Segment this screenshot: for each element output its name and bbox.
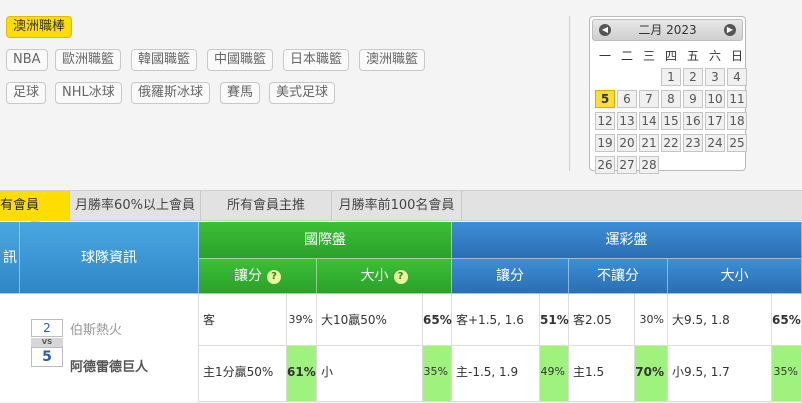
sp-nospread-away[interactable]: 客2.05 — [569, 294, 635, 346]
league-tag[interactable]: 韓國職籃 — [131, 49, 198, 71]
league-tag[interactable]: NBA — [6, 49, 48, 71]
calendar-day[interactable]: 23 — [683, 134, 703, 152]
league-tag[interactable]: 日本職籃 — [283, 49, 350, 71]
calendar-day[interactable]: 24 — [705, 134, 725, 152]
league-tag[interactable]: 歐洲職籃 — [55, 49, 122, 71]
intl-spread-away-pct: 39% — [287, 294, 317, 346]
league-tag[interactable]: 中國職籃 — [207, 49, 274, 71]
weekday-label: 五 — [686, 49, 699, 63]
calendar-day[interactable]: 16 — [683, 112, 703, 130]
calendar-day[interactable]: 25 — [727, 134, 747, 152]
sp-total-home-pct: 35% — [772, 346, 802, 402]
calendar-day[interactable]: 9 — [683, 90, 703, 108]
tab-all-members[interactable]: 有會員 — [0, 191, 70, 226]
calendar-day[interactable]: 15 — [661, 112, 681, 130]
calendar-day[interactable]: 3 — [705, 68, 725, 86]
league-tag[interactable]: 賽馬 — [220, 82, 261, 104]
col-header-sp-total: 大小 — [668, 259, 802, 294]
col-header-sp-nospread: 不讓分 — [569, 259, 668, 294]
weekday-label: 四 — [664, 49, 677, 63]
col-header-label: 大小 — [360, 268, 389, 284]
sp-total-away-pct: 65% — [772, 294, 802, 346]
weekday-label: 二 — [620, 49, 633, 63]
next-month-icon[interactable]: ▶ — [724, 24, 736, 36]
intl-total-away[interactable]: 大10贏50% — [317, 294, 423, 346]
tab-top-100[interactable]: 月勝率前100名會員 — [332, 191, 462, 221]
intl-spread-home-pct: 61% — [287, 346, 317, 402]
sp-spread-away-pct: 51% — [540, 294, 569, 346]
calendar-day[interactable]: 21 — [639, 134, 659, 152]
calendar-day[interactable]: 10 — [705, 90, 725, 108]
col-header-info: 訊 — [0, 222, 20, 294]
home-team-name[interactable]: 阿德雷德巨人 — [70, 356, 148, 375]
weekday-label: 一 — [598, 49, 611, 63]
weekday-label: 六 — [708, 49, 721, 63]
sp-total-home[interactable]: 小9.5, 1.7 — [668, 346, 772, 402]
member-tabs: 有會員 月勝率60%以上會員 所有會員主推 月勝率前100名會員 — [0, 190, 802, 226]
league-tag[interactable]: 足球 — [6, 82, 47, 104]
calendar-day[interactable]: 27 — [617, 156, 637, 174]
team-info-cell: 2 5 伯斯熱火 阿德雷德巨人 — [0, 294, 199, 402]
calendar-day[interactable]: 19 — [595, 134, 615, 152]
calendar-day[interactable]: 6 — [617, 90, 637, 108]
calendar-day-today[interactable]: 5 — [595, 90, 615, 108]
sp-spread-home-pct: 49% — [540, 346, 569, 402]
league-tag[interactable]: NHL冰球 — [55, 82, 122, 104]
calendar-day[interactable]: 11 — [727, 90, 747, 108]
calendar-day[interactable]: 14 — [639, 112, 659, 130]
sp-spread-home[interactable]: 主-1.5, 1.9 — [452, 346, 540, 402]
group-header-sports: 運彩盤 — [452, 222, 802, 259]
intl-spread-home[interactable]: 主1分贏50% — [199, 346, 287, 402]
sp-spread-away[interactable]: 客+1.5, 1.6 — [452, 294, 540, 346]
intl-spread-away[interactable]: 客 — [199, 294, 287, 346]
calendar-header: ◀ 二月 2023 ▶ — [592, 19, 743, 41]
vs-badge: VS — [31, 338, 63, 347]
weekday-label: 日 — [730, 49, 743, 63]
col-header-sp-spread: 讓分 — [452, 259, 569, 294]
group-header-intl: 國際盤 — [199, 222, 452, 259]
intl-total-home-pct: 35% — [423, 346, 452, 402]
tab-monthly-60[interactable]: 月勝率60%以上會員 — [70, 191, 201, 221]
filter-panel: 澳洲職棒 NBA 歐洲職籃 韓國職籃 中國職籃 日本職籃 澳洲職籃 足球 NHL… — [0, 0, 802, 190]
league-tag-active[interactable]: 澳洲職棒 — [6, 16, 73, 38]
col-header-team: 球隊資訊 — [20, 222, 199, 294]
calendar-day[interactable]: 28 — [639, 156, 659, 174]
calendar-day[interactable]: 12 — [595, 112, 615, 130]
intl-total-home[interactable]: 小 — [317, 346, 423, 402]
league-tag[interactable]: 美式足球 — [269, 82, 336, 104]
sp-nospread-home-pct: 70% — [635, 346, 668, 402]
away-team-name[interactable]: 伯斯熱火 — [70, 319, 122, 338]
help-icon[interactable]: ? — [267, 270, 281, 284]
divider — [569, 16, 570, 171]
calendar-month-label: 二月 2023 — [638, 23, 697, 37]
calendar-day[interactable]: 26 — [595, 156, 615, 174]
sp-nospread-away-pct: 30% — [635, 294, 668, 346]
col-header-label: 讓分 — [234, 268, 262, 284]
calendar-day[interactable]: 17 — [705, 112, 725, 130]
calendar-day[interactable]: 20 — [617, 134, 637, 152]
calendar-day[interactable]: 22 — [661, 134, 681, 152]
col-header-intl-total: 大小? — [317, 259, 452, 294]
sp-total-away[interactable]: 大9.5, 1.8 — [668, 294, 772, 346]
intl-total-away-pct: 65% — [423, 294, 452, 346]
sp-nospread-home[interactable]: 主1.5 — [569, 346, 635, 402]
calendar-day[interactable]: 18 — [727, 112, 747, 130]
away-score: 2 — [31, 319, 63, 337]
help-icon[interactable]: ? — [393, 270, 408, 284]
home-score: 5 — [31, 347, 63, 367]
col-header-intl-spread: 讓分? — [199, 259, 317, 294]
calendar-day[interactable]: 8 — [661, 90, 681, 108]
calendar-day[interactable]: 13 — [617, 112, 637, 130]
calendar-day[interactable]: 1 — [661, 68, 681, 86]
calendar-day[interactable]: 4 — [727, 68, 747, 86]
tab-all-picks[interactable]: 所有會員主推 — [201, 191, 332, 221]
calendar: ◀ 二月 2023 ▶ 一二三四五六日 1 2 3 4 5 6 7 8 9 10 11 12 13 14 15… — [589, 16, 747, 174]
calendar-day[interactable]: 7 — [639, 90, 659, 108]
league-tag[interactable]: 俄羅斯冰球 — [131, 82, 211, 104]
prev-month-icon[interactable]: ◀ — [599, 24, 611, 36]
weekday-label: 三 — [642, 49, 655, 63]
calendar-day[interactable]: 2 — [683, 68, 703, 86]
league-tag[interactable]: 澳洲職籃 — [359, 49, 426, 71]
